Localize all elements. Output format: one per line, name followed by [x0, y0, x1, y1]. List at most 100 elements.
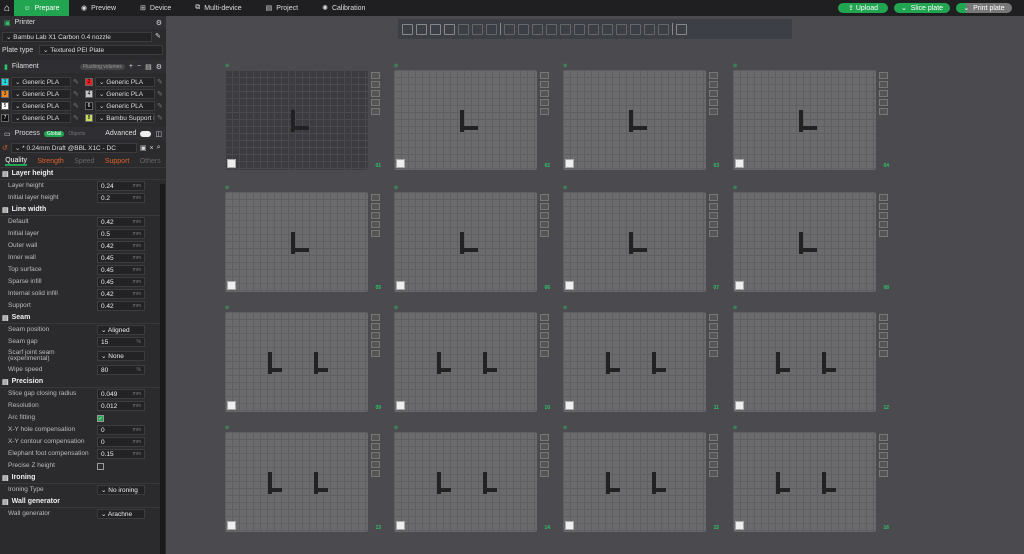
orient-plate-icon[interactable] [709, 203, 718, 210]
lay-on-face-icon[interactable] [546, 23, 557, 35]
arrange-icon[interactable] [444, 23, 455, 35]
orient-plate-icon[interactable] [879, 81, 888, 88]
scrollbar[interactable] [160, 184, 165, 554]
value-input[interactable]: 0.45 mm [97, 253, 145, 263]
filament-select[interactable]: ⌄ Generic PLA [95, 89, 155, 99]
build-plate[interactable]: ⊘ 16 [733, 425, 889, 532]
build-plate[interactable]: ⊘ 07 [563, 185, 719, 292]
model-part[interactable] [606, 368, 620, 372]
model-part[interactable] [629, 248, 647, 252]
delete-plate-icon[interactable] [371, 434, 380, 441]
arrange-plate-icon[interactable] [371, 332, 380, 339]
slice-plate-button[interactable]: ⌄ Slice plate [894, 3, 950, 13]
filament-item[interactable]: 7 ⌄ Generic PLA ✎ [1, 112, 81, 124]
model-part[interactable] [652, 488, 666, 492]
delete-plate-icon[interactable] [709, 72, 718, 79]
delete-plate-icon[interactable] [879, 434, 888, 441]
delete-plate-icon[interactable] [879, 314, 888, 321]
lock-icon[interactable]: ⊘ [394, 63, 398, 69]
lock-plate-icon[interactable] [709, 99, 718, 106]
delete-plate-icon[interactable] [540, 72, 549, 79]
arrange-plate-icon[interactable] [879, 90, 888, 97]
plate-type-select[interactable]: ⌄ Textured PEI Plate [39, 45, 163, 55]
plate-settings-icon[interactable] [371, 230, 380, 237]
delete-plate-icon[interactable] [371, 314, 380, 321]
filament-select[interactable]: ⌄ Generic PLA [11, 77, 71, 87]
arrange-grid-icon[interactable] [565, 159, 574, 168]
model-part[interactable] [799, 248, 817, 252]
advanced-switch[interactable] [140, 130, 152, 137]
build-plate[interactable]: ⊘ 14 [394, 425, 550, 532]
filament-color-swatch[interactable]: 8 [85, 114, 93, 122]
build-plate[interactable]: ⊘ 04 [733, 63, 889, 170]
filament-color-swatch[interactable]: 5 [1, 102, 9, 110]
lock-icon[interactable]: ⊘ [563, 425, 567, 431]
arrange-grid-icon[interactable] [227, 521, 236, 530]
arrange-grid-icon[interactable] [735, 401, 744, 410]
support-paint-icon[interactable] [588, 23, 599, 35]
arrange-plate-icon[interactable] [371, 90, 380, 97]
plate-settings-icon[interactable] [879, 230, 888, 237]
filament-color-swatch[interactable]: 7 [1, 114, 9, 122]
arrange-plate-icon[interactable] [371, 212, 380, 219]
assembly-icon[interactable] [658, 23, 669, 35]
build-plate[interactable]: ⊘ 15 [563, 425, 719, 532]
model-part[interactable] [460, 248, 478, 252]
arrange-plate-icon[interactable] [709, 212, 718, 219]
tab-prepare[interactable]: ☺ Prepare [14, 0, 69, 16]
model-part[interactable] [268, 368, 282, 372]
edit-icon[interactable]: ✎ [157, 114, 163, 122]
value-input[interactable]: 0.42 mm [97, 289, 145, 299]
split-parts-icon[interactable] [472, 23, 483, 35]
plate-settings-icon[interactable] [371, 350, 380, 357]
model-part[interactable] [606, 488, 620, 492]
model-part[interactable] [291, 248, 309, 252]
arrange-plate-icon[interactable] [709, 90, 718, 97]
tab-preview[interactable]: ◉ Preview [69, 0, 128, 16]
add-plate-icon[interactable] [416, 23, 427, 35]
edit-icon[interactable]: ✎ [73, 90, 79, 98]
filament-item[interactable]: 4 ⌄ Generic PLA ✎ [85, 88, 165, 100]
arrange-grid-icon[interactable] [227, 281, 236, 290]
value-input[interactable]: 0.15 mm [97, 449, 145, 459]
seam-paint-icon[interactable] [602, 23, 613, 35]
delete-plate-icon[interactable] [371, 194, 380, 201]
arrange-grid-icon[interactable] [565, 521, 574, 530]
scale-icon[interactable] [532, 23, 543, 35]
value-input[interactable]: 0.24 mm [97, 181, 145, 191]
orient-plate-icon[interactable] [540, 81, 549, 88]
tab-device[interactable]: ⊞ Device [128, 0, 183, 16]
filament-item[interactable]: 8⌄ Bambu Support Fo...✎ [85, 112, 165, 124]
orient-plate-icon[interactable] [879, 443, 888, 450]
delete-plate-icon[interactable] [540, 314, 549, 321]
arrange-grid-icon[interactable] [565, 281, 574, 290]
model-part[interactable] [314, 368, 328, 372]
orient-plate-icon[interactable] [540, 203, 549, 210]
arrange-plate-icon[interactable] [371, 452, 380, 459]
value-input[interactable]: 0.5 mm [97, 229, 145, 239]
objects-toggle[interactable]: Objects [68, 131, 85, 137]
search-icon[interactable]: ⌕ [157, 144, 161, 152]
build-plate[interactable]: ⊘ 09 [225, 305, 381, 412]
orient-plate-icon[interactable] [371, 81, 380, 88]
value-input[interactable]: 15% [97, 337, 145, 347]
close-icon[interactable]: × [150, 145, 154, 152]
model-part[interactable] [799, 126, 817, 130]
build-plate[interactable]: ⊘ 01 [225, 63, 381, 170]
select-field[interactable]: ⌄ No ironing [97, 485, 145, 495]
filament-item[interactable]: 3 ⌄ Generic PLA ✎ [1, 88, 81, 100]
arrange-grid-icon[interactable] [227, 401, 236, 410]
lock-icon[interactable]: ⊘ [733, 185, 737, 191]
select-field[interactable]: ⌄ None [97, 351, 145, 361]
lock-icon[interactable]: ⊘ [394, 305, 398, 311]
delete-plate-icon[interactable] [540, 194, 549, 201]
build-plate[interactable]: ⊘ 11 [563, 305, 719, 412]
filament-item[interactable]: 6 ⌄ Generic PLA ✎ [85, 100, 165, 112]
arrange-grid-icon[interactable] [735, 159, 744, 168]
auto-orient-icon[interactable] [430, 23, 441, 35]
orient-plate-icon[interactable] [371, 203, 380, 210]
delete-plate-icon[interactable] [540, 434, 549, 441]
reset-icon[interactable]: ↺ [2, 144, 8, 152]
build-plate[interactable]: ⊘ 12 [733, 305, 889, 412]
model-part[interactable] [314, 488, 328, 492]
